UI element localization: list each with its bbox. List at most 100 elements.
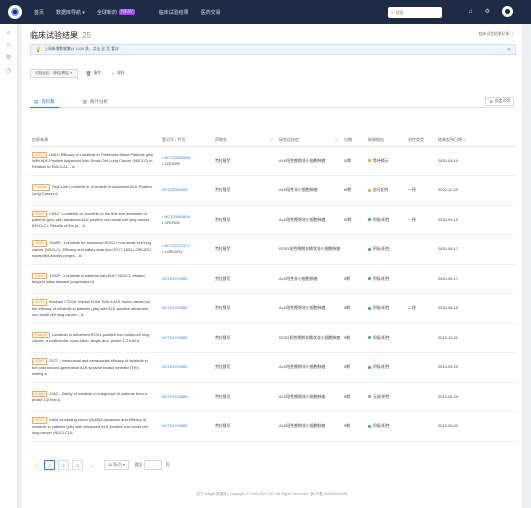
source-title[interactable]: Early circulating tumor (ct)DNA dynamics… [32,417,148,435]
prev-page-button[interactable]: ‹ [30,460,41,470]
registration-id[interactable]: NCT03052608 [162,187,213,193]
source-title[interactable]: LBA2 - Lorlatinib vs crizotinib in the f… [32,211,149,229]
table-row[interactable]: ESMO 1302P - Lorlatinib in patients with … [30,264,516,294]
nav-item[interactable]: 全球新药 NEW [97,9,147,16]
page-size-select[interactable]: 10 条/页 ▾ [104,460,129,470]
external-link-icon[interactable]: ⧉ [70,431,73,435]
source-title[interactable]: LBA3: Efficacy of Lorlatinib in Treatmen… [32,152,153,170]
column-header[interactable]: 结果指向 [366,134,406,147]
column-header[interactable]: 治疗类型 [406,134,436,147]
indication-cell: ALK阳性晚期非小细胞肺癌 [277,205,342,235]
table-row[interactable]: ESMO 2077 - Intracranial and extracranial… [30,352,516,383]
nav-item[interactable]: 数据库导航 ▾ [56,9,85,16]
nav-item[interactable]: 临床试验结果 [159,9,189,16]
pagination: ‹ 1 2 3 › 10 条/页 ▾ 跳至 页 [30,460,171,470]
source-cell[interactable]: AACR Abstract CT025: Impact of the EML4-A… [30,293,160,324]
source-title[interactable]: Abstract CT025: Impact of the EML4-ALK f… [32,299,150,317]
nav-item[interactable]: 医药交易 [201,9,221,16]
table-row[interactable]: ESMO Early circulating tumor (ct)DNA dyna… [30,411,516,442]
column-header[interactable]: 分期 [342,134,366,147]
tab-statistics[interactable]: ▥ 统计分析 [79,96,112,108]
external-link-icon[interactable]: ⧉ [81,313,84,317]
logo-icon[interactable] [8,5,22,19]
info-banner: 💡 上周新增数据集计 1035 条，点击 这 至 看详 ✕ [30,44,516,55]
clear-button[interactable]: 🗑 清空 [86,69,101,78]
search-input[interactable]: ⌕ 搜索 [388,7,442,18]
external-link-icon[interactable]: ⧉ [55,192,58,196]
results-table: 信息来源 登记号 / 代号 药物名 ▽ 研究适应症 ▽ 分期 结果指向 治疗类型 结果发布日期 ↓… [30,134,516,442]
save-button[interactable]: ☆ 保存 [111,69,125,78]
source-cell[interactable]: ESMO 1302P - Lorlatinib in patients with … [30,264,160,294]
filter-icon[interactable]: ▽ [270,137,273,142]
column-header[interactable]: 结果发布日期 ↓ [436,134,516,147]
table-row[interactable]: Pubmed First-Line Lorlatinib or Crizotini… [30,175,516,206]
therapy-cell [406,234,436,265]
table-row[interactable]: ESMO 1049P - Lorlatinib for advanced ROS1… [30,234,516,265]
source-title[interactable]: First-Line Lorlatinib or Crizotinib in A… [32,184,152,196]
source-cell[interactable]: ESMO 2077 - Intracranial and extracranial… [30,352,160,383]
column-header[interactable]: 研究适应症 ▽ [277,134,342,147]
result-cell: 无效/阴性 [366,382,406,412]
registration-id[interactable]: NCT01970865 [162,364,213,370]
custom-columns-button[interactable]: ⚙ 自定义列 [485,97,514,106]
external-link-icon[interactable]: ⧉ [72,165,75,169]
gear-icon[interactable]: ⚙ [0,54,17,61]
column-header[interactable]: 登记号 / 代号 [160,134,213,147]
source-title[interactable]: 2077 - Intracranial and extracranial eff… [32,358,148,376]
source-cell[interactable]: ESMO 1302 - Safety of lorlatinib in subgr… [30,382,160,412]
result-cell: 积极/阳性 [366,323,406,353]
external-link-icon[interactable]: ⧉ [82,224,85,228]
clock-icon[interactable]: ◷ [0,67,17,74]
source-title[interactable]: 1302 - Safety of lorlatinib in subgroups… [32,391,147,403]
page-3-button[interactable]: 3 [72,460,83,470]
table-row[interactable]: ESMO LBA2 - Lorlatinib vs crizotinib in t… [30,205,516,235]
registration-id[interactable]: NCT01970865 [162,305,213,311]
external-link-icon[interactable]: ⧉ [79,254,82,258]
result-cell: 积极/阳性 [366,411,406,442]
filter-chip[interactable]: 试验适应... 肺癌/胃癌 ✕ [30,69,78,78]
external-link-icon[interactable]: ⧉ [92,280,95,284]
jump-page-input[interactable] [144,460,163,470]
nav-item[interactable]: 首页 [34,9,44,16]
registration-id[interactable]: NCT01970865 [162,276,213,282]
source-title[interactable]: 1049P - Lorlatinib for advanced ROS1+ no… [32,240,151,258]
external-link-icon[interactable]: ⧉ [44,372,47,376]
page-2-button[interactable]: 2 [58,460,69,470]
table-row[interactable]: AACR Abstract CT025: Impact of the EML4-A… [30,293,516,324]
next-page-button[interactable]: › [86,460,97,470]
phase-cell: II期 [342,352,366,383]
source-cell[interactable]: Pubmed Lorlatinib in advanced ROS1-positi… [30,323,160,353]
feedback-link[interactable]: 临床试验结果反馈 ⓘ [479,32,514,37]
external-link-icon[interactable]: ⧉ [57,398,60,402]
table-row[interactable]: Pubmed Lorlatinib in advanced ROS1-positi… [30,323,516,353]
collapse-sidebar-icon[interactable]: « [0,30,17,36]
source-cell[interactable]: Pubmed First-Line Lorlatinib or Crizotini… [30,175,160,206]
drug-name-cell: 劳拉替尼 [213,382,277,412]
source-title[interactable]: 1302P - Lorlatinib in patients with ALK+… [32,273,145,285]
close-icon[interactable]: ✕ [507,47,511,53]
home-icon[interactable]: ⌂ [0,42,17,48]
column-header[interactable]: 药物名 ▽ [213,134,277,147]
registration-id[interactable]: NCT01970865 [162,423,213,429]
registration-id: • LORLATU [162,249,183,255]
page-1-button[interactable]: 1 [44,460,55,470]
tab-dataset[interactable]: ▤ 资料集 [30,96,59,108]
source-cell[interactable]: ESMO LBA2 - Lorlatinib vs crizotinib in t… [30,205,160,235]
registration-id[interactable]: NCT01970865 [162,394,213,400]
source-cell[interactable]: ESMO Early circulating tumor (ct)DNA dyna… [30,411,160,442]
source-cell[interactable]: ASCO LBA3: Efficacy of Lorlatinib in Trea… [30,146,160,176]
columns-icon: ⚙ [489,100,493,104]
filter-icon[interactable]: ▽ [335,137,338,142]
settings-icon[interactable]: ⚙ [485,8,490,15]
registration-id[interactable]: NCT01970865 [162,335,213,341]
result-cell: 积极/阳性 [366,352,406,383]
avatar[interactable] [502,6,513,17]
external-link-icon[interactable]: ⧉ [137,339,140,343]
source-cell[interactable]: ESMO 1049P - Lorlatinib for advanced ROS1… [30,234,160,265]
notification-bell-icon[interactable]: ♫ [468,9,473,15]
table-row[interactable]: ESMO 1302 - Safety of lorlatinib in subgr… [30,382,516,412]
table-row[interactable]: ASCO LBA3: Efficacy of Lorlatinib in Trea… [30,146,516,176]
view-tabs: ▤ 资料集 ▥ 统计分析 [30,96,516,108]
column-header[interactable]: 信息来源 [30,134,160,147]
main-nav: 首页 数据库导航 ▾ 全球新药 NEW 临床试验结果 医药交易 [34,9,233,16]
